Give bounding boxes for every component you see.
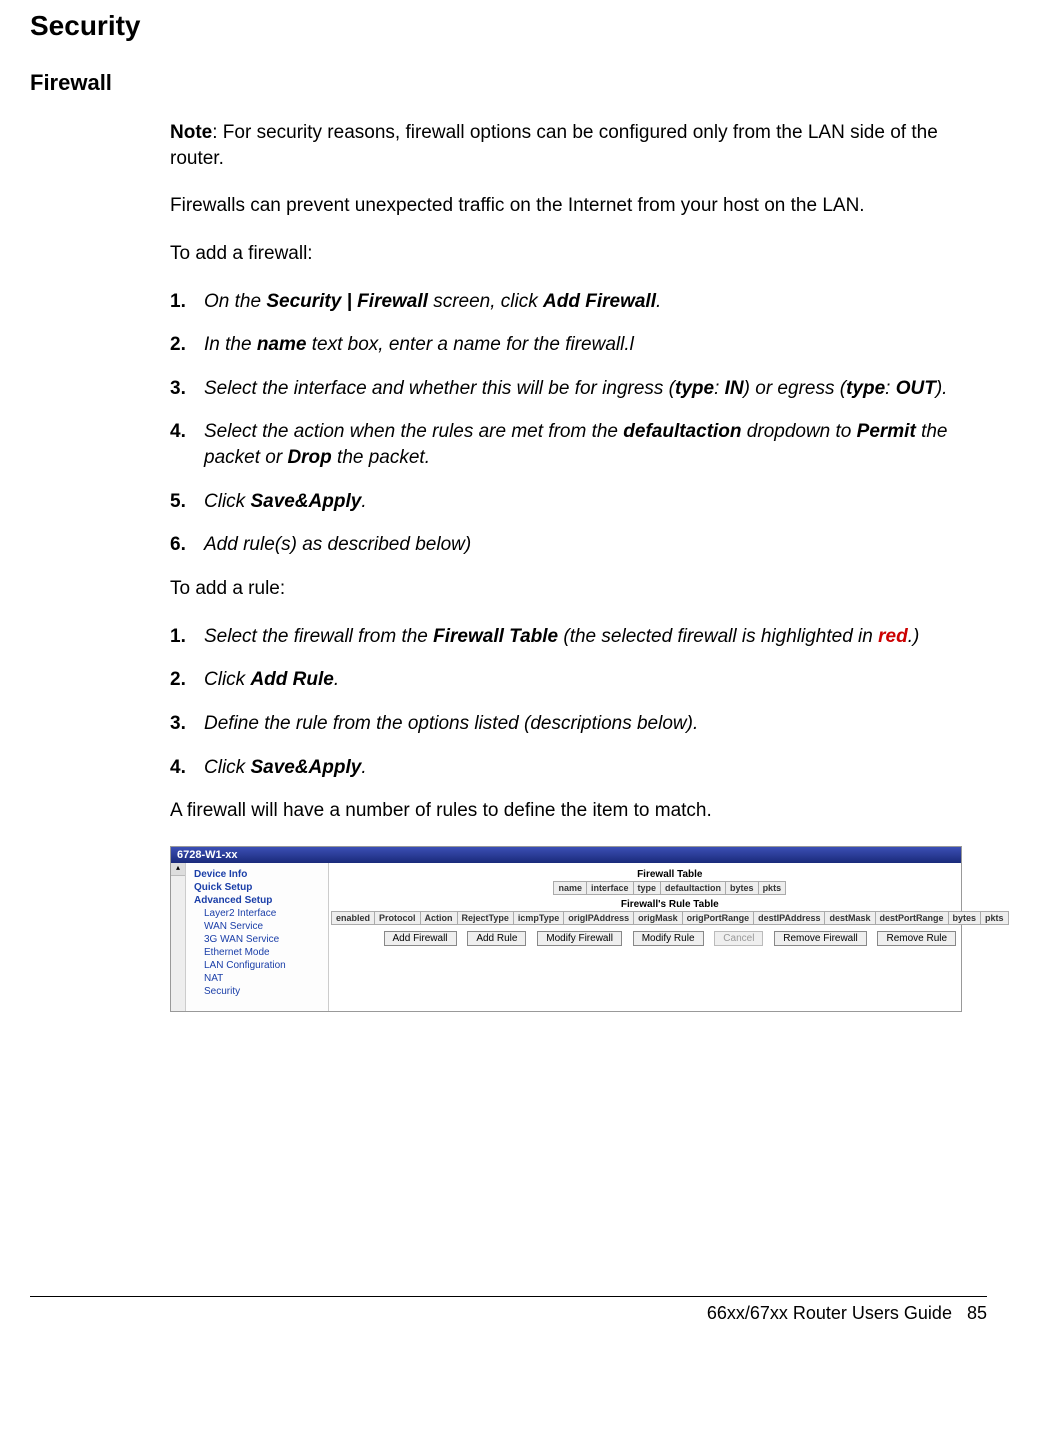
col-type: type — [633, 881, 661, 894]
page-title-security: Security — [30, 10, 987, 42]
col-destip: destIPAddress — [754, 911, 825, 924]
col-action: Action — [420, 911, 457, 924]
step-num: 4. — [170, 419, 204, 470]
step-text: Click Save&Apply. — [204, 489, 987, 515]
add-firewall-heading: To add a firewall: — [170, 241, 987, 267]
rule-step-3: 3. Define the rule from the options list… — [170, 711, 987, 737]
step-text: In the name text box, enter a name for t… — [204, 332, 987, 358]
button-row: Add Firewall Add Rule Modify Firewall Mo… — [331, 931, 1009, 946]
sidebar-item-3g-wan[interactable]: 3G WAN Service — [204, 934, 324, 945]
note-paragraph: Note: For security reasons, firewall opt… — [170, 120, 987, 171]
step-text: Select the interface and whether this wi… — [204, 376, 987, 402]
step-text: Click Add Rule. — [204, 667, 987, 693]
scrollbar[interactable]: ▴ — [171, 863, 186, 1011]
fw-step-5: 5. Click Save&Apply. — [170, 489, 987, 515]
step-num: 1. — [170, 289, 204, 315]
embedded-screenshot: 6728-W1-xx ▴ Device Info Quick Setup Adv… — [170, 846, 962, 1012]
col-origport: origPortRange — [682, 911, 754, 924]
step-num: 5. — [170, 489, 204, 515]
page-footer: 66xx/67xx Router Users Guide 85 — [30, 1296, 987, 1324]
firewall-table: name interface type defaultaction bytes … — [553, 881, 786, 895]
fw-step-6: 6. Add rule(s) as described below) — [170, 532, 987, 558]
sidebar-item-device-info[interactable]: Device Info — [194, 869, 324, 880]
col-destmask: destMask — [825, 911, 875, 924]
fw-step-2: 2. In the name text box, enter a name fo… — [170, 332, 987, 358]
step-num: 6. — [170, 532, 204, 558]
col-name: name — [554, 881, 587, 894]
sidebar-item-security[interactable]: Security — [204, 986, 324, 997]
rule-table: enabled Protocol Action RejectType icmpT… — [331, 911, 1009, 925]
step-num: 2. — [170, 667, 204, 693]
sidebar-item-layer2[interactable]: Layer2 Interface — [204, 908, 324, 919]
modify-firewall-button[interactable]: Modify Firewall — [537, 931, 622, 946]
col-origip: origIPAddress — [564, 911, 634, 924]
rule-step-4: 4. Click Save&Apply. — [170, 755, 987, 781]
col-destport: destPortRange — [875, 911, 948, 924]
col-pkts2: pkts — [981, 911, 1009, 924]
note-text: : For security reasons, firewall options… — [170, 122, 938, 169]
intro-paragraph: Firewalls can prevent unexpected traffic… — [170, 193, 987, 219]
step-text: Add rule(s) as described below) — [204, 532, 987, 558]
step-num: 1. — [170, 624, 204, 650]
step-text: Click Save&Apply. — [204, 755, 987, 781]
step-num: 2. — [170, 332, 204, 358]
add-rule-button[interactable]: Add Rule — [467, 931, 526, 946]
modify-rule-button[interactable]: Modify Rule — [633, 931, 704, 946]
add-rule-heading: To add a rule: — [170, 576, 987, 602]
sidebar-item-advanced-setup[interactable]: Advanced Setup — [194, 895, 324, 906]
rule-step-2: 2. Click Add Rule. — [170, 667, 987, 693]
fw-step-4: 4. Select the action when the rules are … — [170, 419, 987, 470]
cancel-button[interactable]: Cancel — [714, 931, 763, 946]
sidebar-item-ethernet-mode[interactable]: Ethernet Mode — [204, 947, 324, 958]
fw-step-1: 1. On the Security | Firewall screen, cl… — [170, 289, 987, 315]
sidebar: Device Info Quick Setup Advanced Setup L… — [186, 863, 329, 1011]
step-text: Select the firewall from the Firewall Ta… — [204, 624, 987, 650]
col-protocol: Protocol — [375, 911, 421, 924]
sidebar-item-quick-setup[interactable]: Quick Setup — [194, 882, 324, 893]
main-panel: Firewall Table name interface type defau… — [329, 863, 1011, 1011]
note-label: Note — [170, 122, 212, 143]
step-num: 3. — [170, 711, 204, 737]
rule-table-title: Firewall's Rule Table — [331, 899, 1009, 910]
step-text: Select the action when the rules are met… — [204, 419, 987, 470]
col-bytes2: bytes — [948, 911, 981, 924]
add-firewall-button[interactable]: Add Firewall — [384, 931, 457, 946]
col-origmask: origMask — [634, 911, 683, 924]
section-title-firewall: Firewall — [30, 70, 987, 96]
step-num: 4. — [170, 755, 204, 781]
sidebar-item-lan-config[interactable]: LAN Configuration — [204, 960, 324, 971]
step-text: Define the rule from the options listed … — [204, 711, 987, 737]
step-text: On the Security | Firewall screen, click… — [204, 289, 987, 315]
scroll-up-icon[interactable]: ▴ — [171, 863, 185, 876]
page-number: 85 — [967, 1303, 987, 1323]
step-num: 3. — [170, 376, 204, 402]
tail-paragraph: A firewall will have a number of rules t… — [170, 798, 987, 824]
rule-step-1: 1. Select the firewall from the Firewall… — [170, 624, 987, 650]
col-pkts: pkts — [758, 881, 786, 894]
firewall-table-title: Firewall Table — [331, 869, 1009, 880]
col-rejecttype: RejectType — [457, 911, 513, 924]
col-bytes: bytes — [726, 881, 759, 894]
col-interface: interface — [586, 881, 633, 894]
col-defaultaction: defaultaction — [661, 881, 726, 894]
fw-step-3: 3. Select the interface and whether this… — [170, 376, 987, 402]
remove-firewall-button[interactable]: Remove Firewall — [774, 931, 866, 946]
col-icmptype: icmpType — [513, 911, 563, 924]
remove-rule-button[interactable]: Remove Rule — [877, 931, 956, 946]
col-enabled: enabled — [332, 911, 375, 924]
footer-text: 66xx/67xx Router Users Guide — [707, 1303, 952, 1323]
sidebar-item-wan-service[interactable]: WAN Service — [204, 921, 324, 932]
window-titlebar: 6728-W1-xx — [171, 847, 961, 863]
sidebar-item-nat[interactable]: NAT — [204, 973, 324, 984]
